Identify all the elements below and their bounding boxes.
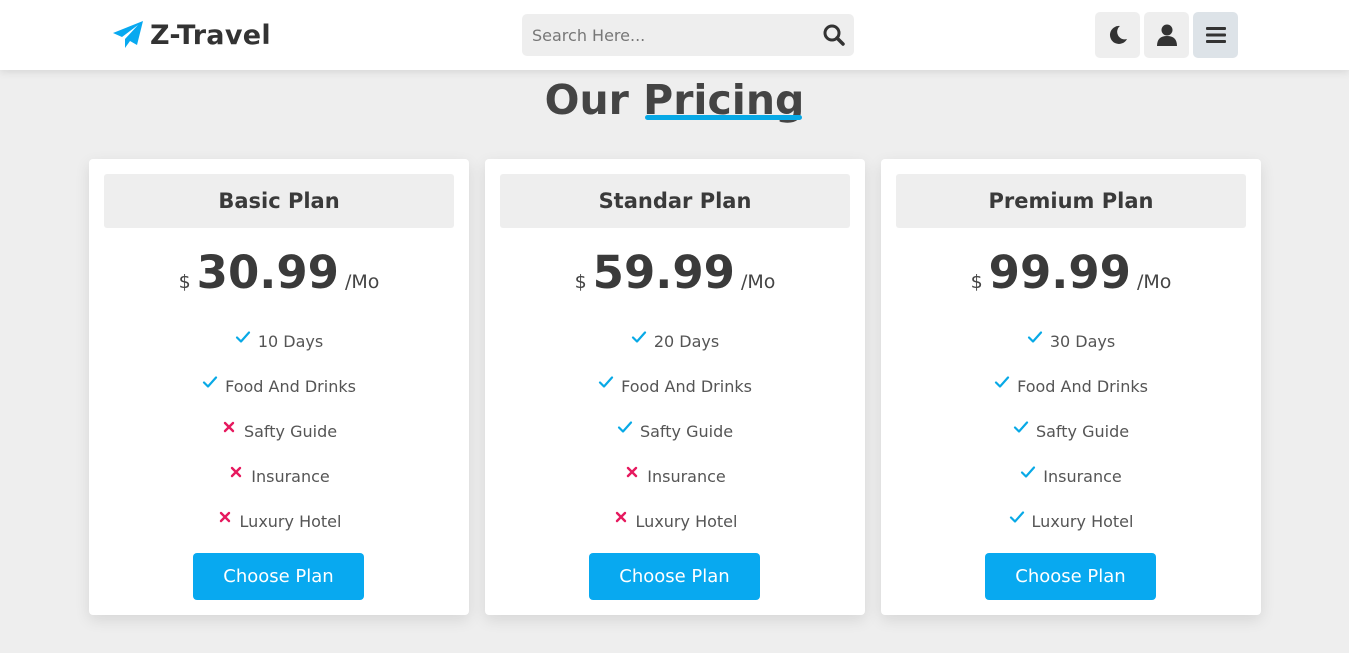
feature-item: 20 Days [485,319,865,364]
logo-text: Z-Travel [150,19,271,51]
feature-list: 10 Days Food And Drinks Safty Guide Insuran… [89,319,469,544]
check-icon [1027,329,1043,345]
moon-icon [1109,25,1127,44]
plan-title: Premium Plan [896,174,1246,228]
heading-part1: Our [544,76,629,124]
search-icon[interactable] [814,14,854,56]
dark-mode-button[interactable] [1095,12,1140,58]
check-icon [202,374,218,390]
cross-icon [221,419,237,435]
price-currency: $ [970,271,983,293]
check-icon [1009,509,1025,525]
feature-label: Insurance [251,467,330,486]
feature-label: 10 Days [257,332,324,351]
logo[interactable]: Z-Travel [112,18,271,52]
feature-item: Safty Guide [485,409,865,454]
check-icon [631,329,647,345]
feature-item: Luxury Hotel [89,499,469,544]
check-icon [235,329,251,345]
price-amount: 99.99 [988,246,1131,299]
cross-icon [228,464,244,480]
cross-icon [613,509,629,525]
feature-item: Safty Guide [89,409,469,454]
feature-item: Safty Guide [881,409,1261,454]
menu-button[interactable] [1193,12,1238,58]
price-period: /Mo [345,271,380,293]
check-icon [1020,464,1036,480]
price-period: /Mo [741,271,776,293]
price-currency: $ [178,271,191,293]
feature-label: Food And Drinks [1017,377,1148,396]
price-amount: 59.99 [592,246,735,299]
choose-plan-button[interactable]: Choose Plan [589,553,760,600]
plan-price: $ 99.99 /Mo [881,246,1261,308]
feature-item: Food And Drinks [881,364,1261,409]
choose-plan-button[interactable]: Choose Plan [193,553,364,600]
paper-plane-icon [113,21,143,48]
feature-item: Insurance [881,454,1261,499]
header: Z-Travel [0,0,1349,70]
feature-item: Food And Drinks [485,364,865,409]
feature-label: Insurance [1043,467,1122,486]
plan-price: $ 59.99 /Mo [485,246,865,308]
check-icon [1013,419,1029,435]
price-currency: $ [574,271,587,293]
feature-label: 30 Days [1049,332,1116,351]
plan-price: $ 30.99 /Mo [89,246,469,308]
feature-label: Safty Guide [243,422,338,441]
feature-label: Safty Guide [1035,422,1130,441]
feature-list: 30 Days Food And Drinks Safty Guide Insuran… [881,319,1261,544]
feature-label: Food And Drinks [621,377,752,396]
cross-icon [217,509,233,525]
search-input[interactable] [522,14,814,56]
plan-title: Basic Plan [104,174,454,228]
plan-card-standard: Standar Plan $ 59.99 /Mo 20 Days Food And… [485,159,865,615]
feature-label: Safty Guide [639,422,734,441]
menu-icon [1205,27,1226,43]
section-heading: Our Pricing [0,76,1349,124]
plan-title: Standar Plan [500,174,850,228]
feature-item: Food And Drinks [89,364,469,409]
feature-item: Luxury Hotel [881,499,1261,544]
feature-item: 10 Days [89,319,469,364]
feature-label: Luxury Hotel [635,512,738,531]
plan-card-basic: Basic Plan $ 30.99 /Mo 10 Days Food And D… [89,159,469,615]
feature-item: Insurance [89,454,469,499]
check-icon [994,374,1010,390]
feature-item: Luxury Hotel [485,499,865,544]
cross-icon [624,464,640,480]
feature-label: Luxury Hotel [1031,512,1134,531]
feature-label: 20 Days [653,332,720,351]
check-icon [598,374,614,390]
search-bar [522,14,854,56]
feature-label: Food And Drinks [225,377,356,396]
account-button[interactable] [1144,12,1189,58]
feature-label: Luxury Hotel [239,512,342,531]
check-icon [617,419,633,435]
choose-plan-button[interactable]: Choose Plan [985,553,1156,600]
price-period: /Mo [1137,271,1172,293]
feature-item: 30 Days [881,319,1261,364]
plan-card-premium: Premium Plan $ 99.99 /Mo 30 Days Food And… [881,159,1261,615]
feature-list: 20 Days Food And Drinks Safty Guide Insuran… [485,319,865,544]
feature-item: Insurance [485,454,865,499]
price-amount: 30.99 [196,246,339,299]
heading-part2: Pricing [643,76,805,124]
feature-label: Insurance [647,467,726,486]
user-icon [1156,24,1177,46]
